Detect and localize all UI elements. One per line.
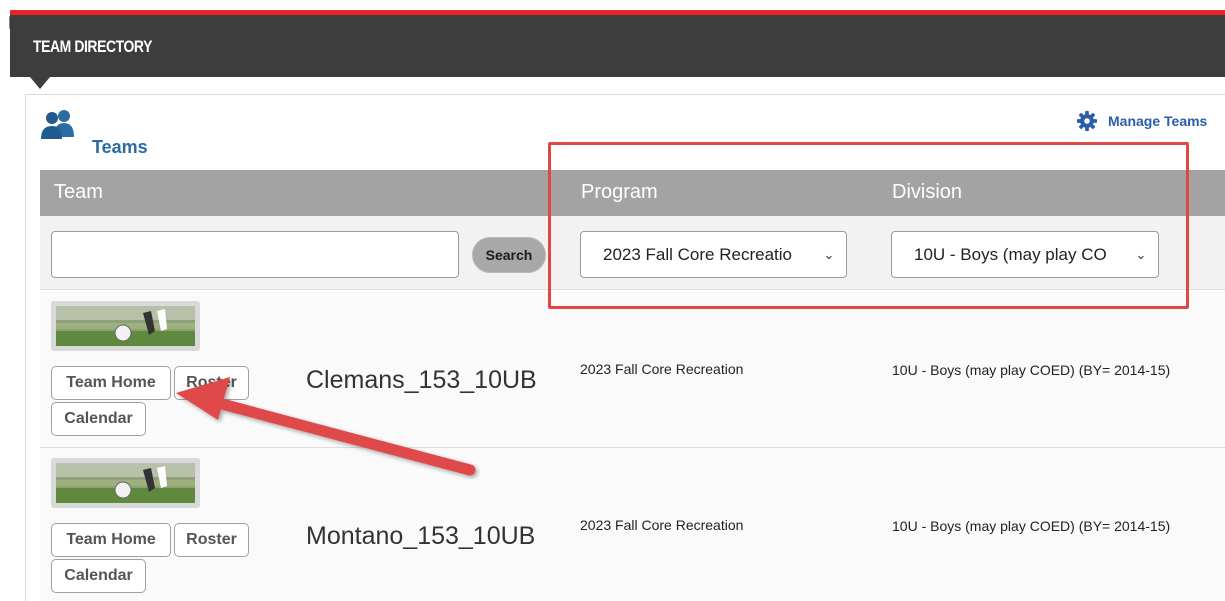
page-header: TEAM DIRECTORY (10, 15, 1225, 77)
gear-icon (1076, 110, 1098, 132)
team-division: 10U - Boys (may play COED) (BY= 2014-15) (892, 518, 1171, 534)
team-division: 10U - Boys (may play COED) (BY= 2014-15) (892, 362, 1171, 378)
column-header-team: Team (54, 181, 103, 203)
calendar-button[interactable]: Calendar (51, 402, 146, 436)
roster-button[interactable]: Roster (174, 523, 249, 557)
section-title: Teams (92, 137, 148, 157)
manage-teams-label: Manage Teams (1108, 113, 1208, 129)
page-title: TEAM DIRECTORY (33, 37, 152, 56)
manage-teams-link[interactable]: Manage Teams (1076, 110, 1207, 132)
team-program: 2023 Fall Core Recreation (580, 361, 744, 377)
teams-icon (41, 110, 74, 139)
team-program: 2023 Fall Core Recreation (580, 517, 744, 533)
team-search-input[interactable] (51, 231, 459, 278)
annotation-highlight-box (548, 142, 1189, 309)
team-home-button[interactable]: Team Home (51, 523, 171, 557)
header-notch (30, 77, 50, 89)
team-photo (51, 301, 200, 351)
calendar-button[interactable]: Calendar (51, 559, 146, 593)
team-name[interactable]: Clemans_153_10UB (306, 366, 537, 395)
team-name[interactable]: Montano_153_10UB (306, 522, 535, 551)
team-home-button[interactable]: Team Home (51, 366, 171, 400)
roster-button[interactable]: Roster (174, 366, 249, 400)
team-photo (51, 458, 200, 508)
search-button[interactable]: Search (472, 237, 546, 273)
team-directory-page: TEAM DIRECTORY Teams Manage Teams Team P… (0, 0, 1225, 601)
